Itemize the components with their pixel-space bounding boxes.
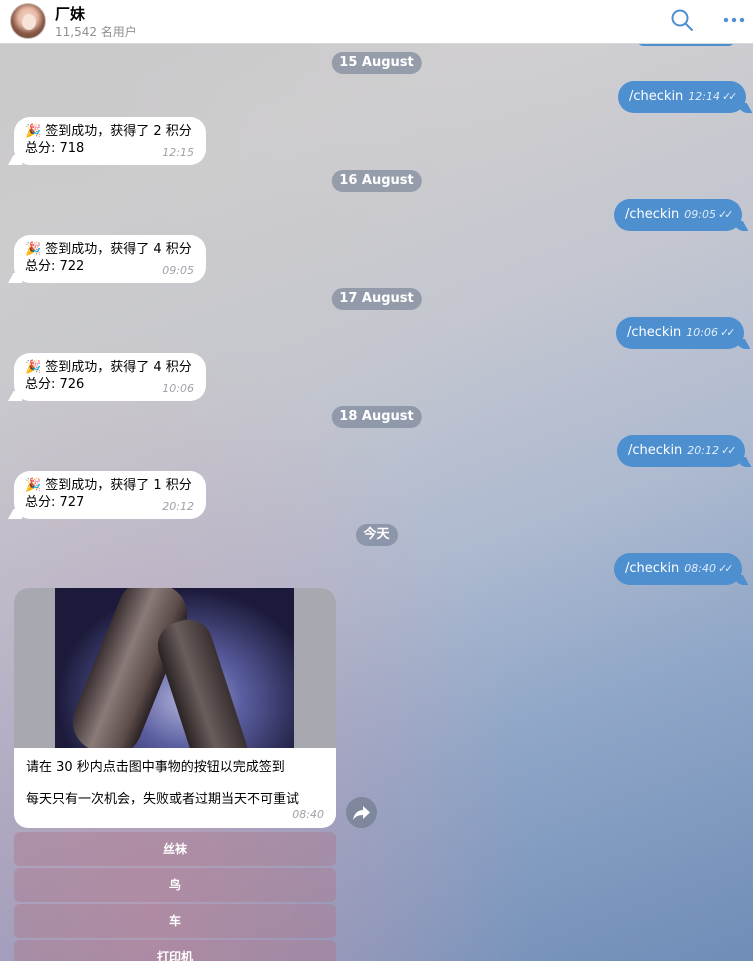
caption-instruction: 请在 30 秒内点击图中事物的按钮以完成签到 — [26, 760, 285, 775]
outgoing-message[interactable]: /checkin 12:14 ✓✓ — [618, 81, 747, 113]
party-popper-icon: 🎉 — [25, 124, 42, 139]
outgoing-message[interactable]: /checkin 20:12 ✓✓ — [617, 435, 746, 467]
read-check-icon: ✓✓ — [722, 90, 738, 103]
incoming-message[interactable]: 🎉 签到成功，获得了 4 积分 总分: 722 09:05 — [14, 235, 206, 283]
incoming-message[interactable]: 🎉 签到成功，获得了 4 积分 总分: 726 10:06 — [14, 353, 206, 401]
date-separator: 今天 — [355, 524, 398, 546]
party-popper-icon: 🎉 — [25, 478, 42, 493]
incoming-message[interactable]: 🎉 签到成功，获得了 1 积分 总分: 727 20:12 — [14, 471, 206, 519]
message-text: 签到成功，获得了 4 积分 — [45, 242, 192, 257]
date-separator: 18 August — [331, 406, 422, 428]
search-icon[interactable] — [670, 8, 694, 32]
message-text: /checkin — [629, 89, 684, 104]
message-time: 10:06 — [162, 382, 194, 395]
message-time: 09:05 — [684, 208, 716, 221]
message-text: /checkin — [625, 561, 680, 576]
outgoing-message[interactable]: /checkin 10:06 ✓✓ — [616, 317, 745, 349]
message-text: 签到成功，获得了 2 积分 — [45, 124, 192, 139]
keyboard-button[interactable]: 鸟 — [14, 868, 336, 902]
forward-icon[interactable] — [346, 797, 377, 828]
message-text: 签到成功，获得了 1 积分 — [45, 478, 192, 493]
party-popper-icon: 🎉 — [25, 242, 42, 257]
message-text: /checkin — [627, 325, 682, 340]
message-text: 签到成功，获得了 4 积分 — [45, 360, 192, 375]
message-text: /checkin — [628, 443, 683, 458]
party-popper-icon: 🎉 — [25, 360, 42, 375]
caption-warning: 每天只有一次机会，失败或者过期当天不可重试 — [26, 792, 300, 807]
date-separator: 15 August — [331, 52, 422, 74]
message-text: /checkin — [625, 207, 680, 222]
message-time: 12:14 — [688, 90, 720, 103]
date-separator: 17 August — [331, 288, 422, 310]
incoming-message[interactable]: 🎉 签到成功，获得了 2 积分 总分: 718 12:15 — [14, 117, 206, 165]
read-check-icon: ✓✓ — [721, 444, 737, 457]
chat-title[interactable]: 厂妹 — [55, 3, 85, 24]
avatar[interactable] — [10, 3, 46, 39]
more-icon[interactable] — [722, 10, 746, 30]
captcha-image[interactable] — [14, 588, 336, 748]
chat-header: 厂妹 11,542 名用户 — [0, 0, 753, 44]
message-line: 🎉 签到成功，获得了 1 积分 — [25, 477, 194, 494]
image-shape — [151, 613, 254, 748]
keyboard-button[interactable]: 车 — [14, 904, 336, 938]
message-line: 🎉 签到成功，获得了 2 积分 — [25, 123, 194, 140]
message-time: 09:05 — [162, 264, 194, 277]
member-count: 11,542 名用户 — [55, 25, 137, 39]
date-separator: 16 August — [331, 170, 422, 192]
message-line: 🎉 签到成功，获得了 4 积分 — [25, 359, 194, 376]
read-check-icon: ✓✓ — [720, 326, 736, 339]
message-time: 20:12 — [687, 444, 719, 457]
outgoing-message[interactable]: /checkin 08:40 ✓✓ — [614, 553, 743, 585]
message-time: 08:40 — [684, 562, 716, 575]
message-line: 🎉 签到成功，获得了 4 积分 — [25, 241, 194, 258]
message-time: 12:15 — [162, 146, 194, 159]
image-content — [55, 588, 294, 748]
keyboard-button[interactable]: 丝袜 — [14, 832, 336, 866]
message-time: 08:40 — [292, 808, 324, 821]
read-check-icon: ✓✓ — [718, 208, 734, 221]
message-time: 20:12 — [162, 500, 194, 513]
keyboard-button[interactable]: 打印机 — [14, 940, 336, 961]
message-time: 10:06 — [686, 326, 718, 339]
read-check-icon: ✓✓ — [718, 562, 734, 575]
photo-message[interactable]: 请在 30 秒内点击图中事物的按钮以完成签到 每天只有一次机会，失败或者过期当天… — [14, 588, 336, 828]
outgoing-message[interactable]: /checkin 09:05 ✓✓ — [614, 199, 743, 231]
